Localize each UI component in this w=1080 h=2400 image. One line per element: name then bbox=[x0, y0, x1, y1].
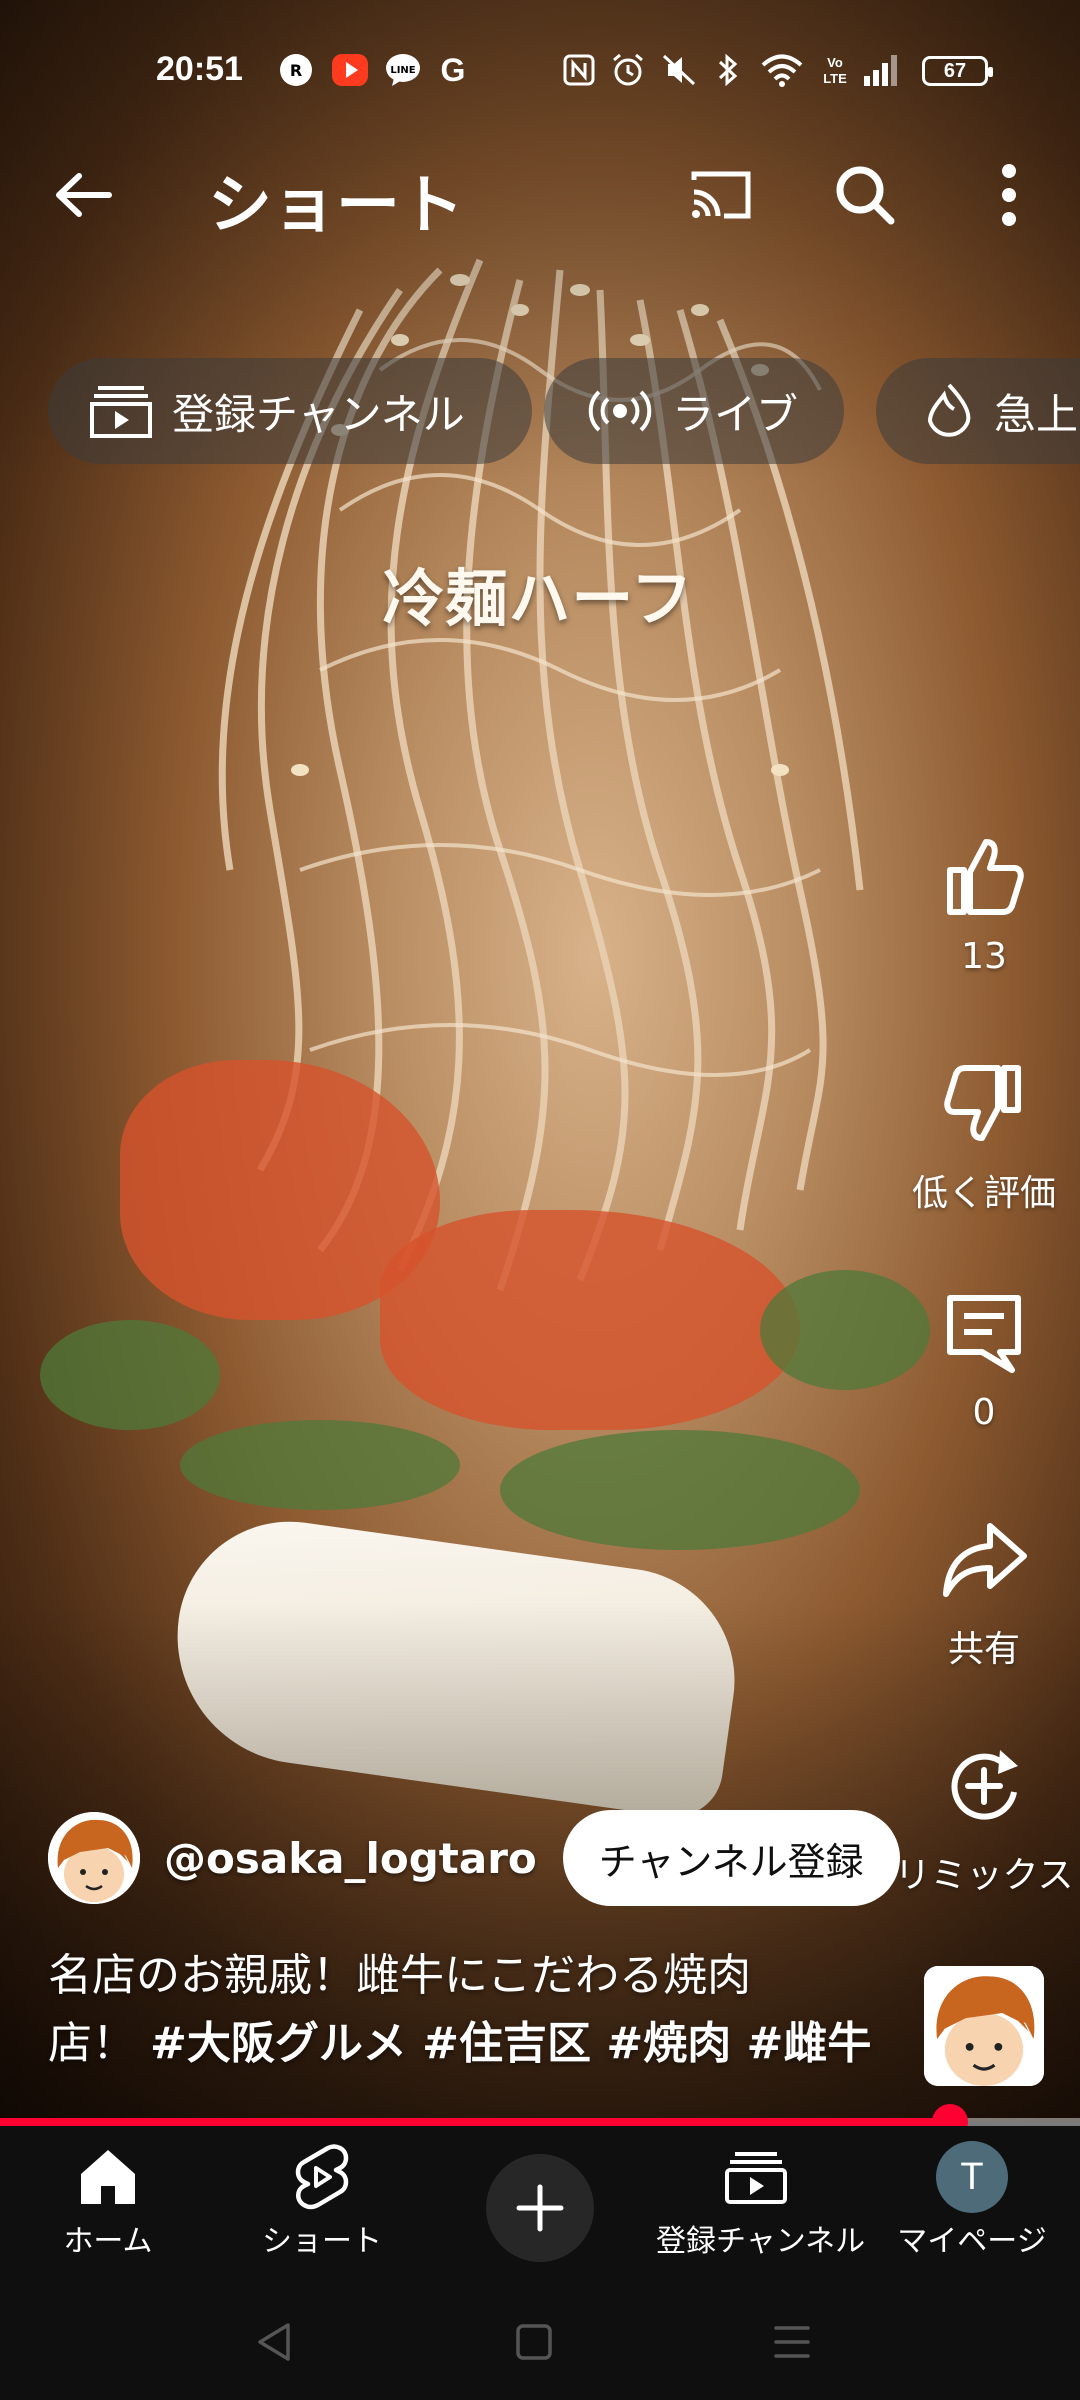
volte-icon: Vo LTE bbox=[818, 52, 852, 88]
shorts-icon bbox=[295, 2144, 349, 2210]
search-button[interactable] bbox=[820, 150, 910, 240]
share-label: 共有 bbox=[947, 1629, 1020, 1670]
record-icon bbox=[330, 52, 370, 88]
back-arrow-icon bbox=[56, 173, 112, 217]
share-button[interactable]: 共有 bbox=[894, 1510, 1074, 1672]
r-link-icon: R bbox=[278, 52, 314, 88]
cucumber-image bbox=[500, 1430, 860, 1550]
video-progress-bar[interactable] bbox=[0, 2104, 1080, 2140]
like-button[interactable]: 13 bbox=[894, 826, 1074, 977]
home-icon bbox=[81, 2150, 135, 2204]
more-button[interactable] bbox=[964, 150, 1054, 240]
system-recents-button[interactable] bbox=[752, 2312, 832, 2372]
svg-text:R: R bbox=[290, 61, 302, 80]
wifi-icon bbox=[760, 52, 804, 88]
hashtags[interactable]: #大阪グルメ #住吉区 #焼肉 #雌牛 bbox=[150, 2018, 871, 2069]
progress-fill bbox=[0, 2118, 950, 2126]
svg-text:LINE: LINE bbox=[390, 65, 415, 76]
user-avatar: T bbox=[936, 2141, 1008, 2213]
mute-icon bbox=[660, 52, 700, 88]
nav-label: ホーム bbox=[63, 2224, 153, 2259]
create-button[interactable] bbox=[486, 2154, 594, 2262]
triangle-back-icon bbox=[258, 2323, 290, 2361]
cast-button[interactable] bbox=[676, 150, 766, 240]
cucumber-image bbox=[40, 1320, 220, 1430]
chip-live[interactable]: ライブ bbox=[544, 358, 844, 464]
filter-chips: 登録チャンネル ライブ 急上 bbox=[0, 358, 1080, 468]
menu-lines-icon bbox=[774, 2326, 810, 2358]
remix-button[interactable]: リミックス bbox=[894, 1736, 1074, 1898]
nav-label: 登録チャンネル bbox=[656, 2224, 866, 2259]
live-icon bbox=[588, 389, 652, 433]
share-icon bbox=[943, 1523, 1027, 1597]
chip-trending[interactable]: 急上 bbox=[876, 358, 1080, 464]
system-navigation-bar bbox=[0, 2284, 1080, 2400]
channel-row: @osaka_logtaro チャンネル登録 bbox=[48, 1808, 900, 1908]
thumbs-down-icon bbox=[944, 1065, 1021, 1141]
subscriptions-icon bbox=[90, 384, 152, 438]
battery-indicator: 67 bbox=[922, 56, 993, 86]
comment-button[interactable]: 0 bbox=[894, 1282, 1074, 1433]
thumbs-up-icon bbox=[947, 839, 1024, 915]
back-button[interactable] bbox=[38, 150, 128, 240]
system-home-button[interactable] bbox=[494, 2312, 574, 2372]
top-app-bar: ショート bbox=[0, 140, 1080, 250]
audio-thumbnail[interactable] bbox=[924, 1966, 1044, 2086]
cartoon-avatar-icon bbox=[924, 1966, 1044, 2086]
description-text: 店！ bbox=[48, 2018, 136, 2069]
description-line-1: 名店のお親戚！雌牛にこだわる焼肉 bbox=[48, 1950, 752, 2001]
cartoon-avatar-icon bbox=[48, 1812, 140, 1904]
chip-label: ライブ bbox=[672, 389, 799, 439]
cast-icon bbox=[691, 171, 751, 219]
svg-text:G: G bbox=[441, 52, 466, 88]
remix-label: リミックス bbox=[894, 1855, 1074, 1896]
video-description[interactable]: 名店のお親戚！雌牛にこだわる焼肉 店！ #大阪グルメ #住吉区 #焼肉 #雌牛 bbox=[48, 1942, 908, 2078]
search-icon bbox=[836, 166, 895, 225]
nav-label: マイページ bbox=[897, 2224, 1047, 2259]
plus-icon bbox=[516, 2184, 564, 2232]
status-bar: 20:51 R LINE G Vo LTE 67 bbox=[0, 0, 1080, 150]
signal-icon bbox=[862, 52, 902, 88]
comment-count: 0 bbox=[972, 1392, 996, 1433]
remix-icon bbox=[951, 1750, 1018, 1820]
alarm-icon bbox=[610, 52, 646, 88]
channel-avatar[interactable] bbox=[48, 1812, 140, 1904]
subscribe-button[interactable]: チャンネル登録 bbox=[562, 1810, 900, 1906]
svg-text:LTE: LTE bbox=[823, 71, 847, 86]
svg-text:Vo: Vo bbox=[827, 55, 843, 70]
nav-mypage[interactable]: T マイページ bbox=[872, 2141, 1072, 2260]
dislike-button[interactable]: 低く評価 bbox=[894, 1054, 1074, 1216]
chip-label: 登録チャンネル bbox=[172, 389, 465, 439]
dislike-label: 低く評価 bbox=[911, 1173, 1056, 1214]
trending-icon bbox=[924, 381, 974, 441]
line-icon: LINE bbox=[384, 52, 422, 88]
nav-subscriptions[interactable]: 登録チャンネル bbox=[656, 2142, 866, 2260]
nav-label: ショート bbox=[262, 2224, 382, 2259]
subscriptions-icon bbox=[725, 2152, 787, 2204]
more-vertical-icon bbox=[1002, 164, 1016, 226]
like-count: 13 bbox=[961, 936, 1007, 977]
comment-icon bbox=[947, 1295, 1021, 1373]
shorts-screen: 冷麺ハーフ 20:51 R LINE G Vo LTE 67 ショート 登録チャ… bbox=[0, 0, 1080, 2400]
channel-handle[interactable]: @osaka_logtaro bbox=[164, 1834, 537, 1883]
system-back-button[interactable] bbox=[234, 2312, 314, 2372]
bottom-navigation: ホーム ショート 登録チャンネル T マイページ bbox=[0, 2126, 1080, 2284]
chip-label: 急上 bbox=[994, 389, 1079, 439]
google-icon: G bbox=[436, 52, 470, 88]
square-home-icon bbox=[516, 2324, 552, 2360]
status-time: 20:51 bbox=[156, 50, 243, 88]
description-line-2: 店！ #大阪グルメ #住吉区 #焼肉 #雌牛 bbox=[48, 2010, 908, 2078]
video-caption: 冷麺ハーフ bbox=[382, 562, 694, 635]
nav-shorts[interactable]: ショート bbox=[222, 2142, 422, 2260]
nfc-icon bbox=[562, 52, 596, 88]
nav-home[interactable]: ホーム bbox=[8, 2142, 208, 2260]
bluetooth-icon bbox=[716, 52, 740, 88]
chip-subscriptions[interactable]: 登録チャンネル bbox=[48, 358, 532, 464]
page-title: ショート bbox=[208, 169, 464, 243]
cucumber-image bbox=[180, 1420, 460, 1510]
